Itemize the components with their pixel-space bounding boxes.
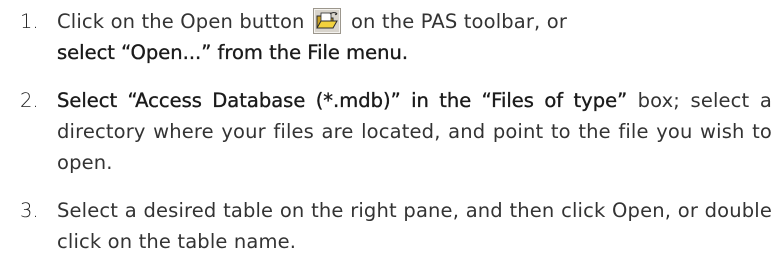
step-text: on the PAS toolbar, or [350, 10, 567, 33]
step-text: Select a desired table on the right pane… [57, 199, 772, 253]
step-number: 1. [20, 10, 39, 33]
open-folder-icon [312, 8, 341, 34]
step-text-emphasis: select “Open...” from the File menu. [57, 41, 409, 64]
instruction-step-3: 3. Select a desired table on the right p… [20, 195, 772, 257]
step-text: Click on the Open button [57, 10, 305, 33]
instruction-list: 1. Click on the Open button on the PAS t… [20, 6, 772, 274]
step-number: 2. [20, 89, 39, 112]
instruction-step-2: 2. Select “Access Database (*.mdb)” in t… [20, 85, 772, 178]
instruction-step-1: 1. Click on the Open button on the PAS t… [20, 6, 772, 68]
step-text-emphasis: Select “Access Database (*.mdb)” in the … [57, 89, 628, 112]
step-number: 3. [20, 199, 39, 222]
